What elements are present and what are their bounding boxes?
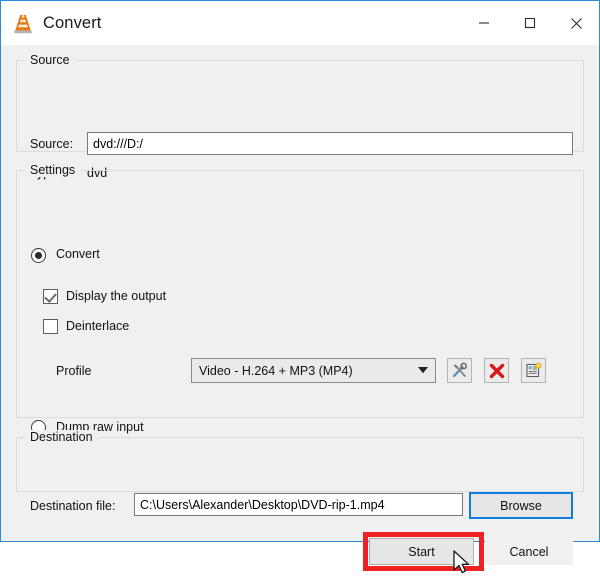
convert-dialog-window: Convert Source Source: dvd:///D:/ dvd Se… <box>0 0 600 574</box>
destination-file-input[interactable] <box>134 493 463 516</box>
minimize-button[interactable] <box>461 1 507 45</box>
close-button[interactable] <box>553 1 599 45</box>
close-icon <box>570 17 582 29</box>
start-button[interactable]: Start <box>369 538 474 565</box>
destination-file-label: Destination file: <box>30 499 116 513</box>
settings-group-title: Settings <box>25 163 81 177</box>
window-title: Convert <box>43 13 102 32</box>
destination-group-title: Destination <box>25 430 98 444</box>
destination-group: Destination <box>16 430 584 492</box>
window-controls <box>461 1 599 45</box>
maximize-button[interactable] <box>507 1 553 45</box>
source-input[interactable] <box>87 132 573 155</box>
browse-button[interactable]: Browse <box>469 492 573 519</box>
cancel-button-label: Cancel <box>509 544 549 559</box>
source-group-title: Source <box>25 53 75 67</box>
display-output-label[interactable]: Display the output <box>66 289 166 303</box>
dialog-content: Source Source: Type: dvd Settings Conver… <box>1 45 599 574</box>
browse-button-label: Browse <box>500 498 542 513</box>
delete-profile-button[interactable] <box>484 358 509 383</box>
minimize-icon <box>479 22 489 24</box>
source-label: Source: <box>30 137 74 151</box>
red-x-icon <box>489 363 504 378</box>
convert-radio-label[interactable]: Convert <box>56 247 100 261</box>
edit-profile-button[interactable] <box>447 358 472 383</box>
display-output-checkbox[interactable] <box>43 289 58 304</box>
convert-radio[interactable] <box>31 248 46 263</box>
vlc-cone-icon <box>12 13 34 35</box>
cancel-button[interactable]: Cancel <box>485 538 573 565</box>
deinterlace-checkbox[interactable] <box>43 319 58 334</box>
title-bar: Convert <box>1 1 599 45</box>
profile-label: Profile <box>56 364 92 378</box>
chevron-down-icon <box>411 367 435 374</box>
start-button-label: Start <box>408 544 435 559</box>
maximize-icon <box>524 17 536 29</box>
profile-select[interactable]: Video - H.264 + MP3 (MP4) <box>191 358 436 383</box>
wrench-tools-icon <box>452 362 467 378</box>
new-profile-button[interactable] <box>521 358 546 383</box>
new-profile-icon <box>526 362 542 378</box>
deinterlace-label[interactable]: Deinterlace <box>66 319 129 333</box>
profile-select-value: Video - H.264 + MP3 (MP4) <box>199 363 353 378</box>
